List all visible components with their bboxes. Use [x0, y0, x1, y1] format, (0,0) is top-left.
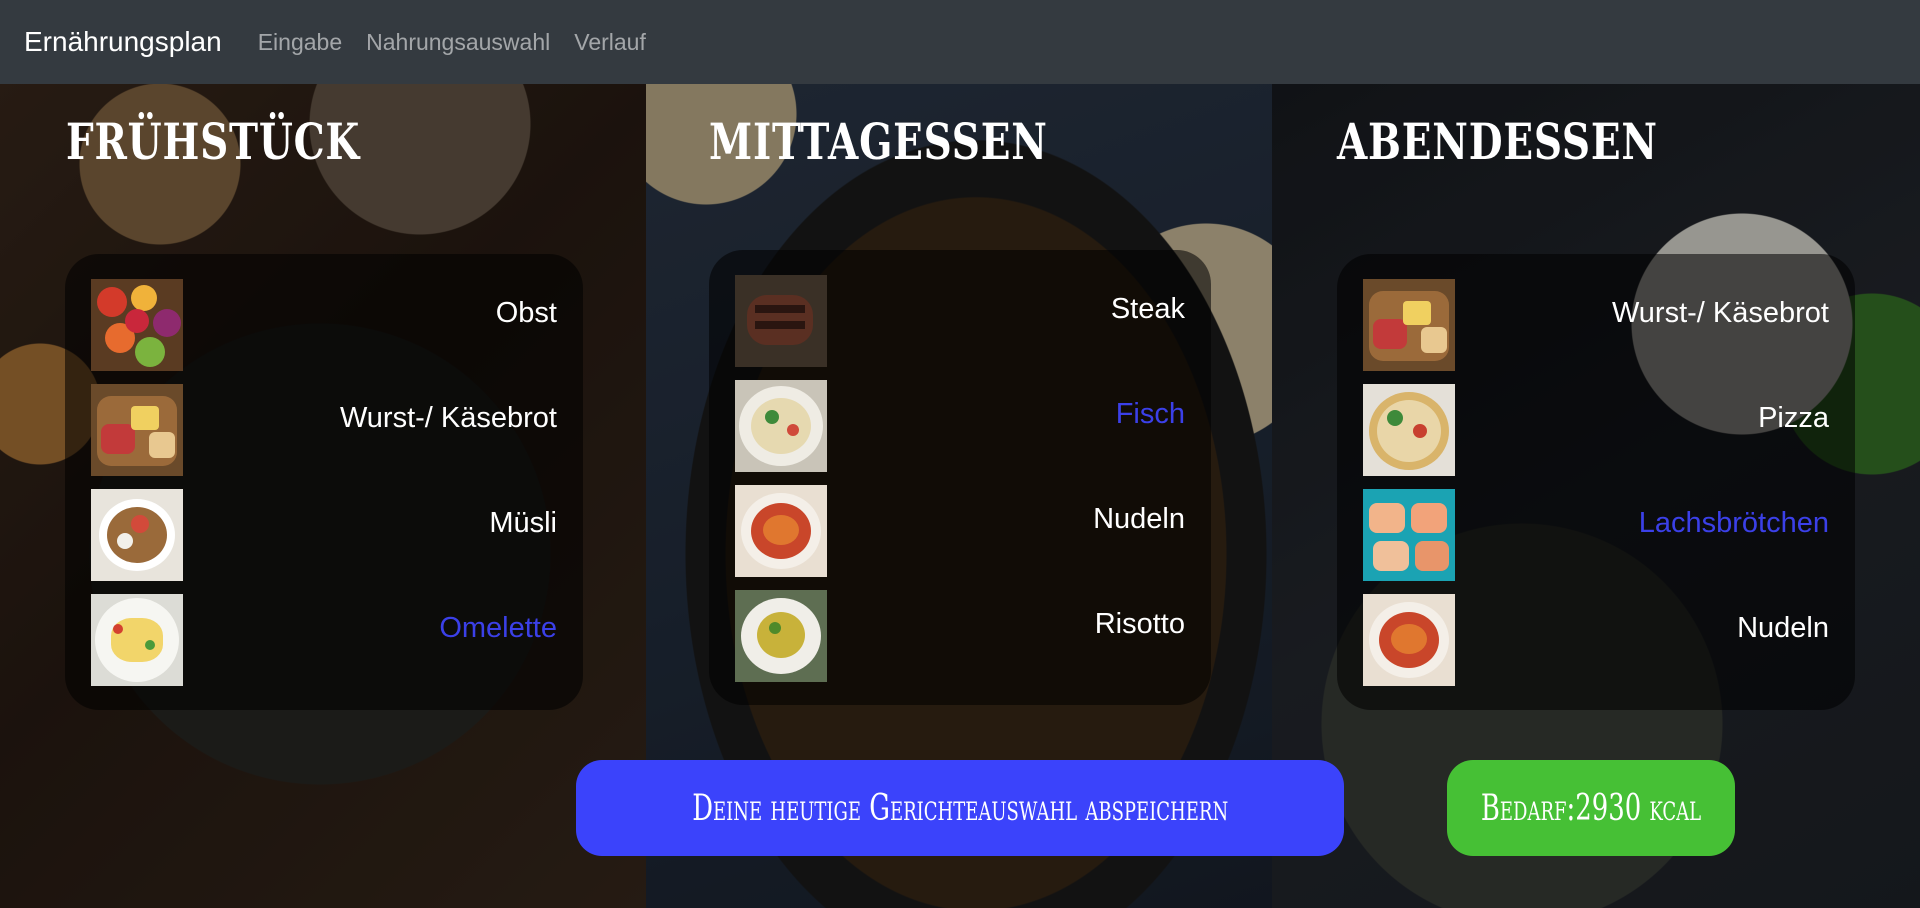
omelette-plate-icon	[91, 594, 183, 686]
breakfast-item-omelette[interactable]: Omelette	[91, 594, 557, 686]
lunch-title: MITTAGESSEN	[709, 112, 1048, 171]
breakfast-item-muesli[interactable]: Müsli	[91, 489, 557, 581]
navbar: Ernährungsplan Eingabe Nahrungsauswahl V…	[0, 0, 1920, 84]
lunch-item-steak[interactable]: Steak	[735, 275, 1185, 367]
breakfast-card: Obst Wurst-/ Käsebrot Müsli Omelette	[65, 254, 583, 710]
muesli-bowl-icon	[91, 489, 183, 581]
calorie-requirement-button[interactable]: Bedarf:2930 kcal	[1447, 760, 1735, 856]
salmon-rolls-icon	[1363, 489, 1455, 581]
dinner-item-nudeln[interactable]: Nudeln	[1363, 594, 1829, 686]
steak-icon	[735, 275, 827, 367]
lunch-item-risotto[interactable]: Risotto	[735, 590, 1185, 682]
save-button-label: Deine heutige Gerichteauswahl abspeicher…	[692, 787, 1228, 829]
calorie-requirement-label: Bedarf:2930 kcal	[1480, 787, 1702, 829]
navbar-brand[interactable]: Ernährungsplan	[24, 26, 222, 58]
pizza-icon	[1363, 384, 1455, 476]
dinner-card: Wurst-/ Käsebrot Pizza Lachsbrötchen Nud…	[1337, 254, 1855, 710]
fruit-plate-icon	[91, 279, 183, 371]
nav-link-verlauf[interactable]: Verlauf	[574, 29, 646, 56]
cheese-board-icon	[1363, 279, 1455, 371]
lunch-item-nudeln[interactable]: Nudeln	[735, 485, 1185, 577]
dinner-item-wurst-kaesebrot[interactable]: Wurst-/ Käsebrot	[1363, 279, 1829, 371]
breakfast-item-obst[interactable]: Obst	[91, 279, 557, 371]
food-label: Steak	[1110, 293, 1185, 325]
fish-plate-icon	[735, 380, 827, 472]
food-label: Obst	[495, 297, 557, 329]
food-label: Wurst-/ Käsebrot	[339, 402, 557, 434]
nav-link-nahrungsauswahl[interactable]: Nahrungsauswahl	[366, 29, 550, 56]
breakfast-title: FRÜHSTÜCK	[66, 112, 361, 171]
food-label: Omelette	[439, 612, 557, 644]
lunch-item-fisch[interactable]: Fisch	[735, 380, 1185, 472]
food-label: Lachsbrötchen	[1638, 507, 1829, 539]
food-label: Nudeln	[1093, 503, 1185, 535]
nav-link-eingabe[interactable]: Eingabe	[258, 29, 342, 56]
dinner-item-lachsbroetchen[interactable]: Lachsbrötchen	[1363, 489, 1829, 581]
food-label: Pizza	[1758, 402, 1829, 434]
noodles-plate-icon	[735, 485, 827, 577]
dinner-item-pizza[interactable]: Pizza	[1363, 384, 1829, 476]
food-label: Risotto	[1094, 608, 1185, 640]
noodles-plate-icon	[1363, 594, 1455, 686]
lunch-card: Steak Fisch Nudeln Risotto	[709, 250, 1211, 705]
food-label: Müsli	[489, 507, 557, 539]
food-label: Fisch	[1115, 398, 1185, 430]
save-selection-button[interactable]: Deine heutige Gerichteauswahl abspeicher…	[576, 760, 1344, 856]
breakfast-item-wurst-kaesebrot[interactable]: Wurst-/ Käsebrot	[91, 384, 557, 476]
dinner-title: ABENDESSEN	[1337, 112, 1658, 171]
risotto-plate-icon	[735, 590, 827, 682]
cheese-board-icon	[91, 384, 183, 476]
food-label: Wurst-/ Käsebrot	[1611, 297, 1829, 329]
food-label: Nudeln	[1737, 612, 1829, 644]
